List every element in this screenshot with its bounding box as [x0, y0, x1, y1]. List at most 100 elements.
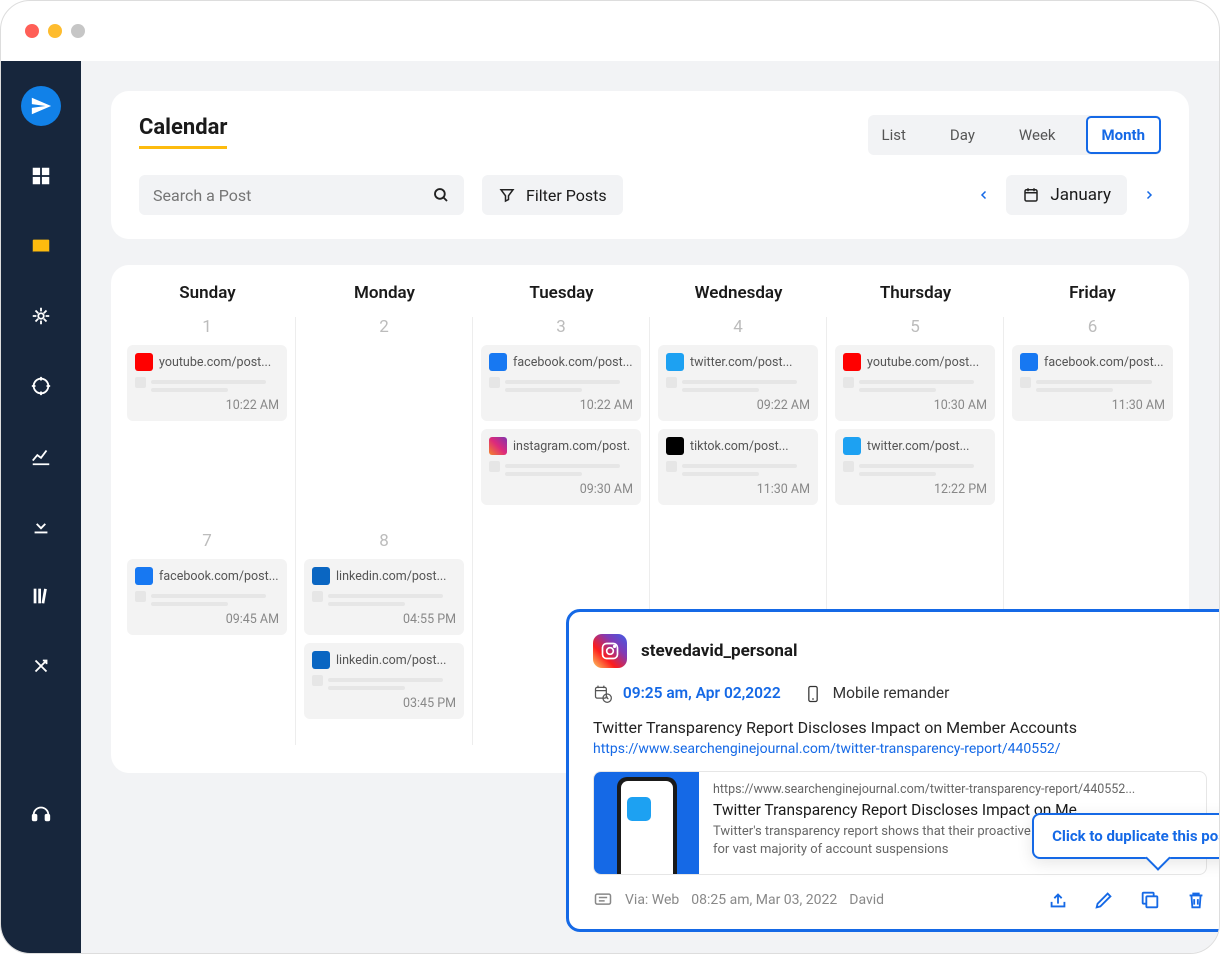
calendar-cell[interactable]: 2 — [296, 317, 473, 531]
post-url: twitter.com/post... — [867, 439, 969, 454]
preview-image — [594, 772, 699, 874]
calendar-cell[interactable]: 5 youtube.com/post... 10:30 AM twitter.com… — [827, 317, 1004, 531]
view-switcher: List Day Week Month — [868, 115, 1161, 155]
post-url: facebook.com/post... — [513, 355, 633, 370]
day-header: Wednesday — [650, 283, 827, 303]
day-header: Tuesday — [473, 283, 650, 303]
comment-icon[interactable] — [593, 890, 613, 910]
scheduled-post[interactable]: twitter.com/post... 09:22 AM — [658, 345, 818, 421]
day-header: Sunday — [119, 283, 296, 303]
nav-analytics-icon[interactable] — [21, 436, 61, 476]
day-header: Thursday — [827, 283, 1004, 303]
yt-icon — [135, 353, 153, 371]
nav-publish-icon[interactable] — [21, 86, 61, 126]
post-url: tiktok.com/post... — [690, 439, 789, 454]
nav-library-icon[interactable] — [21, 576, 61, 616]
calendar-cell[interactable]: 3 facebook.com/post... 10:22 AM instagram.… — [473, 317, 650, 531]
nav-target-icon[interactable] — [21, 366, 61, 406]
month-selector[interactable]: January — [1006, 175, 1127, 215]
scheduled-post[interactable]: facebook.com/post... 10:22 AM — [481, 345, 641, 421]
nav-support-icon[interactable] — [21, 793, 61, 833]
scheduled-post[interactable]: youtube.com/post... 10:22 AM — [127, 345, 287, 421]
day-header: Monday — [296, 283, 473, 303]
post-url: facebook.com/post... — [1044, 355, 1164, 370]
scheduled-post[interactable]: youtube.com/post... 10:30 AM — [835, 345, 995, 421]
zoom-window-icon[interactable] — [71, 24, 85, 38]
search-input[interactable] — [153, 186, 413, 205]
tw-icon — [666, 353, 684, 371]
post-link[interactable]: https://www.searchenginejournal.com/twit… — [593, 741, 1207, 757]
date-number: 3 — [481, 317, 641, 337]
tw-icon — [843, 437, 861, 455]
calendar-week-1: 1youtube.com/post... 10:22 AM 23 facebook.… — [111, 317, 1189, 531]
duplicate-icon[interactable] — [1139, 889, 1161, 911]
minimize-window-icon[interactable] — [48, 24, 62, 38]
view-list-button[interactable]: List — [868, 118, 920, 152]
post-time: 03:45 PM — [312, 696, 456, 711]
post-timestamp: 08:25 am, Mar 03, 2022 — [691, 892, 837, 908]
filter-icon — [498, 186, 516, 204]
nav-tools-icon[interactable] — [21, 646, 61, 686]
post-time: 10:22 AM — [489, 398, 633, 413]
date-number: 8 — [304, 531, 464, 551]
scheduled-post[interactable]: twitter.com/post... 12:22 PM — [835, 429, 995, 505]
post-url: linkedin.com/post... — [336, 569, 446, 584]
fb-icon — [1020, 353, 1038, 371]
mobile-icon — [803, 684, 823, 704]
post-time: 10:22 AM — [135, 398, 279, 413]
close-window-icon[interactable] — [25, 24, 39, 38]
post-url: youtube.com/post... — [159, 355, 271, 370]
fb-icon — [135, 567, 153, 585]
delete-icon[interactable] — [1185, 889, 1207, 911]
next-month-button[interactable] — [1137, 180, 1161, 211]
post-url: twitter.com/post... — [690, 355, 792, 370]
day-header: Friday — [1004, 283, 1181, 303]
clock-calendar-icon — [593, 684, 613, 704]
sidebar — [1, 61, 81, 953]
calendar-cell[interactable]: 6 facebook.com/post... 11:30 AM — [1004, 317, 1181, 531]
post-time: 09:22 AM — [666, 398, 810, 413]
filter-button[interactable]: Filter Posts — [482, 175, 623, 215]
edit-icon[interactable] — [1093, 889, 1115, 911]
scheduled-post[interactable]: facebook.com/post... 11:30 AM — [1012, 345, 1173, 421]
li-icon — [312, 651, 330, 669]
calendar-cell[interactable]: 8linkedin.com/post... 04:55 PMlinkedin.c… — [296, 531, 473, 745]
calendar-cell[interactable]: 7 facebook.com/post... 09:45 AM — [119, 531, 296, 745]
view-day-button[interactable]: Day — [936, 118, 989, 152]
post-time: 04:55 PM — [312, 612, 456, 627]
scheduled-post[interactable]: instagram.com/post. 09:30 AM — [481, 429, 641, 505]
scheduled-post[interactable]: linkedin.com/post... 04:55 PM — [304, 559, 464, 635]
calendar-cell[interactable]: 4 twitter.com/post... 09:22 AM tiktok.com/… — [650, 317, 827, 531]
view-week-button[interactable]: Week — [1005, 118, 1070, 152]
post-time: 12:22 PM — [843, 482, 987, 497]
date-number: 5 — [835, 317, 995, 337]
date-number: 6 — [1012, 317, 1173, 337]
nav-dashboard-icon[interactable] — [21, 156, 61, 196]
nav-network-icon[interactable] — [21, 296, 61, 336]
post-author: David — [849, 892, 884, 908]
search-box[interactable] — [139, 175, 464, 215]
date-number: 2 — [304, 317, 464, 337]
calendar-icon — [1022, 186, 1040, 204]
post-username: stevedavid_personal — [641, 641, 797, 661]
month-label: January — [1050, 185, 1111, 205]
date-number: 7 — [127, 531, 287, 551]
date-number: 4 — [658, 317, 818, 337]
window-titlebar — [1, 1, 1219, 61]
li-icon — [312, 567, 330, 585]
prev-month-button[interactable] — [972, 180, 996, 211]
scheduled-post[interactable]: facebook.com/post... 09:45 AM — [127, 559, 287, 635]
post-url: facebook.com/post... — [159, 569, 279, 584]
fb-icon — [489, 353, 507, 371]
search-icon[interactable] — [432, 186, 450, 204]
view-month-button[interactable]: Month — [1086, 116, 1161, 154]
share-icon[interactable] — [1047, 889, 1069, 911]
scheduled-post[interactable]: linkedin.com/post... 03:45 PM — [304, 643, 464, 719]
nav-download-icon[interactable] — [21, 506, 61, 546]
calendar-cell[interactable]: 1youtube.com/post... 10:22 AM — [119, 317, 296, 531]
post-datetime-group: 09:25 am, Apr 02,2022 — [593, 684, 781, 704]
scheduled-post[interactable]: tiktok.com/post... 11:30 AM — [658, 429, 818, 505]
page-title: Calendar — [139, 115, 227, 149]
nav-calendar-icon[interactable] — [21, 226, 61, 266]
calendar-day-headers: SundayMondayTuesdayWednesdayThursdayFrid… — [111, 283, 1189, 317]
